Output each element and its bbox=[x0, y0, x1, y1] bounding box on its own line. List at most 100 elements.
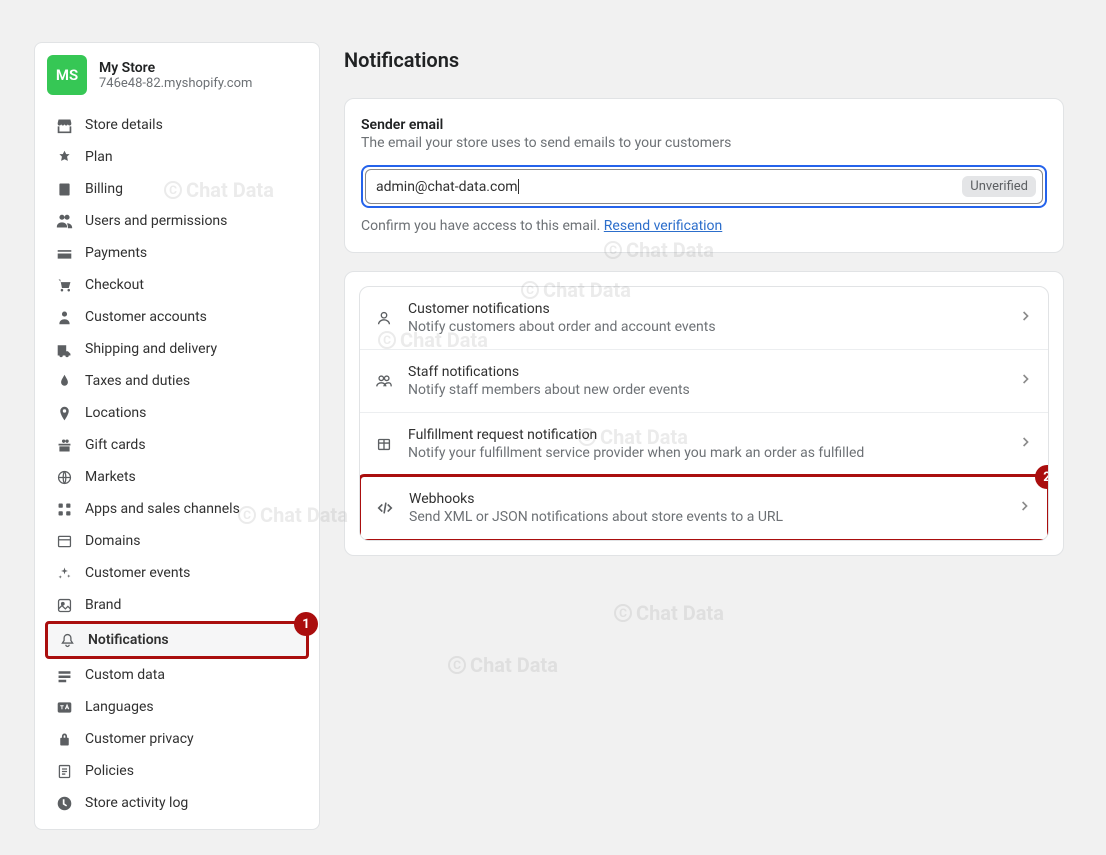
sidebar-item-taxes-and-duties[interactable]: Taxes and duties bbox=[45, 365, 309, 397]
markets-icon bbox=[55, 468, 73, 486]
sender-email-input[interactable]: admin@chat-data.com Unverified bbox=[365, 169, 1043, 204]
main-content: Notifications Sender email The email you… bbox=[344, 42, 1064, 556]
group-icon bbox=[374, 371, 394, 391]
payments-icon bbox=[55, 244, 73, 262]
sidebar-item-locations[interactable]: Locations bbox=[45, 397, 309, 429]
brand-icon bbox=[55, 596, 73, 614]
chevron-right-icon bbox=[1018, 434, 1034, 454]
sidebar-item-label: Markets bbox=[85, 469, 136, 485]
sidebar-item-label: Notifications bbox=[88, 632, 169, 648]
sender-email-value: admin@chat-data.com bbox=[376, 179, 518, 195]
notifications-icon bbox=[58, 631, 76, 649]
sidebar-item-label: Store activity log bbox=[85, 795, 188, 811]
locations-icon bbox=[55, 404, 73, 422]
sidebar-item-customer-privacy[interactable]: Customer privacy bbox=[45, 723, 309, 755]
events-icon bbox=[55, 564, 73, 582]
store-domain: 746e48-82.myshopify.com bbox=[99, 76, 252, 91]
row-title: Customer notifications bbox=[408, 301, 1004, 317]
code-icon bbox=[375, 498, 395, 518]
customer-icon bbox=[55, 308, 73, 326]
sidebar-item-label: Store details bbox=[85, 117, 163, 133]
sidebar-item-label: Custom data bbox=[85, 667, 165, 683]
users-icon bbox=[55, 212, 73, 230]
sender-email-desc: The email your store uses to send emails… bbox=[361, 135, 1047, 151]
sidebar-item-label: Users and permissions bbox=[85, 213, 227, 229]
confirm-text: Confirm you have access to this email. R… bbox=[361, 218, 1047, 234]
sidebar-item-notifications[interactable]: Notifications1 bbox=[45, 621, 309, 659]
policies-icon bbox=[55, 762, 73, 780]
sidebar-item-label: Policies bbox=[85, 763, 134, 779]
callout-badge: 1 bbox=[294, 612, 318, 636]
checkout-icon bbox=[55, 276, 73, 294]
apps-icon bbox=[55, 500, 73, 518]
sidebar-item-apps-and-sales-channels[interactable]: Apps and sales channels bbox=[45, 493, 309, 525]
notification-row-fulfillment-request-notification[interactable]: Fulfillment request notification Notify y… bbox=[360, 413, 1048, 476]
row-desc: Notify staff members about new order eve… bbox=[408, 382, 1004, 398]
custom-icon bbox=[55, 666, 73, 684]
chevron-right-icon bbox=[1018, 308, 1034, 328]
settings-nav: Store details Plan Billing Users and permis… bbox=[35, 105, 319, 819]
row-title: Fulfillment request notification bbox=[408, 427, 1004, 443]
store-icon bbox=[55, 116, 73, 134]
sidebar-item-policies[interactable]: Policies bbox=[45, 755, 309, 787]
row-title: Webhooks bbox=[409, 491, 1003, 507]
taxes-icon bbox=[55, 372, 73, 390]
sidebar-item-label: Customer accounts bbox=[85, 309, 207, 325]
sidebar-item-label: Customer events bbox=[85, 565, 190, 581]
sidebar-item-payments[interactable]: Payments bbox=[45, 237, 309, 269]
sidebar-item-label: Shipping and delivery bbox=[85, 341, 217, 357]
sidebar-item-customer-events[interactable]: Customer events bbox=[45, 557, 309, 589]
sidebar-item-store-activity-log[interactable]: Store activity log bbox=[45, 787, 309, 819]
sidebar-item-gift-cards[interactable]: Gift cards bbox=[45, 429, 309, 461]
row-desc: Notify customers about order and account… bbox=[408, 319, 1004, 335]
sidebar-item-label: Languages bbox=[85, 699, 154, 715]
languages-icon bbox=[55, 698, 73, 716]
chevron-right-icon bbox=[1017, 498, 1033, 518]
row-title: Staff notifications bbox=[408, 364, 1004, 380]
unverified-badge: Unverified bbox=[962, 176, 1036, 197]
notification-row-webhooks[interactable]: Webhooks Send XML or JSON notifications a… bbox=[359, 474, 1049, 541]
billing-icon bbox=[55, 180, 73, 198]
chevron-right-icon bbox=[1018, 371, 1034, 391]
domains-icon bbox=[55, 532, 73, 550]
privacy-icon bbox=[55, 730, 73, 748]
package-icon bbox=[374, 434, 394, 454]
sidebar-item-label: Apps and sales channels bbox=[85, 501, 240, 517]
sidebar-item-plan[interactable]: Plan bbox=[45, 141, 309, 173]
sidebar-item-markets[interactable]: Markets bbox=[45, 461, 309, 493]
sidebar-item-label: Checkout bbox=[85, 277, 144, 293]
sidebar-item-custom-data[interactable]: Custom data bbox=[45, 659, 309, 691]
store-header: MS My Store 746e48-82.myshopify.com bbox=[35, 43, 319, 105]
sidebar-item-billing[interactable]: Billing bbox=[45, 173, 309, 205]
sidebar-item-customer-accounts[interactable]: Customer accounts bbox=[45, 301, 309, 333]
notification-row-customer-notifications[interactable]: Customer notifications Notify customers a… bbox=[360, 287, 1048, 350]
sender-email-label: Sender email bbox=[361, 117, 1047, 133]
sidebar-item-checkout[interactable]: Checkout bbox=[45, 269, 309, 301]
sidebar-item-languages[interactable]: Languages bbox=[45, 691, 309, 723]
sidebar-item-label: Domains bbox=[85, 533, 140, 549]
plan-icon bbox=[55, 148, 73, 166]
store-badge: MS bbox=[47, 55, 87, 95]
sidebar-item-shipping-and-delivery[interactable]: Shipping and delivery bbox=[45, 333, 309, 365]
page-title: Notifications bbox=[344, 48, 1064, 72]
shipping-icon bbox=[55, 340, 73, 358]
sidebar-item-store-details[interactable]: Store details bbox=[45, 109, 309, 141]
notification-row-staff-notifications[interactable]: Staff notifications Notify staff members … bbox=[360, 350, 1048, 413]
resend-verification-link[interactable]: Resend verification bbox=[604, 218, 722, 234]
settings-sidebar: MS My Store 746e48-82.myshopify.com Stor… bbox=[34, 42, 320, 830]
activity-icon bbox=[55, 794, 73, 812]
sidebar-item-label: Taxes and duties bbox=[85, 373, 190, 389]
sidebar-item-label: Locations bbox=[85, 405, 146, 421]
row-desc: Send XML or JSON notifications about sto… bbox=[409, 509, 1003, 525]
sender-email-focus-ring: admin@chat-data.com Unverified bbox=[361, 165, 1047, 208]
sidebar-item-label: Brand bbox=[85, 597, 121, 613]
sidebar-item-label: Billing bbox=[85, 181, 123, 197]
store-name: My Store bbox=[99, 60, 252, 76]
sidebar-item-label: Gift cards bbox=[85, 437, 146, 453]
sidebar-item-users-and-permissions[interactable]: Users and permissions bbox=[45, 205, 309, 237]
sidebar-item-domains[interactable]: Domains bbox=[45, 525, 309, 557]
row-desc: Notify your fulfillment service provider… bbox=[408, 445, 1004, 461]
notification-settings-card: Customer notifications Notify customers a… bbox=[344, 271, 1064, 556]
sidebar-item-brand[interactable]: Brand bbox=[45, 589, 309, 621]
sender-email-card: Sender email The email your store uses t… bbox=[344, 98, 1064, 253]
